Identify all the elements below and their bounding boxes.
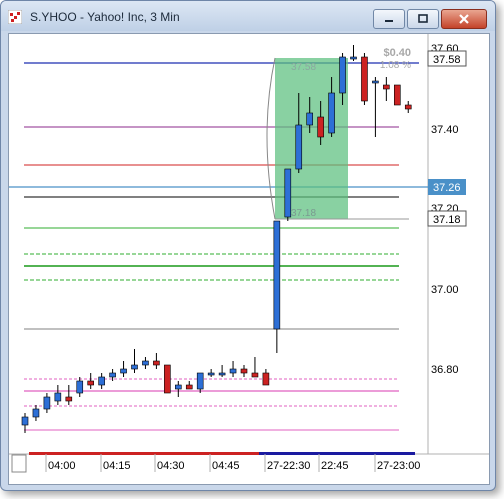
price-tick-label: 37.00	[431, 284, 459, 296]
candle-up[interactable]	[175, 384, 182, 390]
candle-up[interactable]	[196, 372, 204, 390]
candle-down[interactable]	[164, 364, 171, 394]
time-tick-label: 04:30	[157, 460, 185, 472]
candle-down[interactable]	[87, 380, 94, 386]
candle-down[interactable]	[185, 384, 193, 390]
time-tick-label: 27-23:00	[377, 460, 420, 472]
close-icon	[459, 14, 469, 24]
candle-up[interactable]	[142, 360, 149, 366]
session-bar-current	[259, 452, 415, 455]
measure-arc	[266, 57, 276, 220]
candle-up[interactable]	[295, 124, 303, 170]
session-bar-previous	[29, 452, 259, 455]
candle-down[interactable]	[262, 372, 270, 386]
candle-down[interactable]	[251, 372, 259, 378]
price-tick-label: 36.80	[431, 364, 459, 376]
candle-up[interactable]	[339, 56, 346, 94]
price-marker-label: 37.18	[433, 214, 461, 226]
measure-end-label: 37.18	[291, 208, 316, 219]
measure-change-label: $0.40	[383, 47, 411, 59]
candle-up[interactable]	[328, 92, 335, 134]
chart-window: S.YHOO - Yahoo! Inc, 3 Min 37.58 37.18 $…	[0, 0, 496, 491]
price-tick-label: 37.40	[431, 124, 459, 136]
last-price-marker-label: 37.26	[433, 182, 461, 194]
candle-down[interactable]	[361, 56, 368, 102]
candle-up[interactable]	[218, 372, 226, 376]
candle-down[interactable]	[404, 104, 412, 110]
measure-percent-label: 1.08 %	[380, 60, 411, 71]
candle-down[interactable]	[393, 84, 401, 106]
maximize-icon	[418, 14, 428, 23]
candle-down[interactable]	[240, 368, 248, 374]
candle-up[interactable]	[21, 416, 29, 426]
candle-up[interactable]	[350, 56, 357, 60]
title-bar[interactable]: S.YHOO - Yahoo! Inc, 3 Min	[1, 1, 495, 31]
maximize-button[interactable]	[407, 9, 439, 29]
price-marker-label: 37.58	[433, 54, 461, 66]
time-tick-label: 27-22:30	[267, 460, 310, 472]
candle-down[interactable]	[383, 84, 390, 90]
close-button[interactable]	[441, 9, 487, 29]
candle-up[interactable]	[372, 80, 379, 84]
time-tick-label: 04:45	[212, 460, 240, 472]
candle-up[interactable]	[284, 168, 292, 218]
candle-up[interactable]	[207, 372, 215, 376]
candle-up[interactable]	[131, 364, 138, 370]
indicator-lines	[9, 62, 428, 431]
candle-up[interactable]	[306, 112, 314, 126]
candle-up[interactable]	[120, 368, 127, 374]
candle-up[interactable]	[98, 376, 105, 386]
candlestick-chart[interactable]: 37.58 37.18 $0.40 1.08 % 37.60 37.40 37.…	[9, 34, 489, 484]
window-title: S.YHOO - Yahoo! Inc, 3 Min	[30, 10, 180, 24]
candle-up[interactable]	[273, 220, 281, 330]
app-chart-icon[interactable]	[8, 10, 22, 24]
candle-up[interactable]	[76, 380, 84, 394]
corner-box[interactable]	[11, 454, 27, 473]
candle-up[interactable]	[43, 396, 51, 410]
candle-down[interactable]	[153, 360, 160, 366]
candle-down[interactable]	[317, 116, 324, 138]
candle-up[interactable]	[109, 372, 116, 378]
time-tick-label: 04:15	[103, 460, 131, 472]
chart-area[interactable]: 37.58 37.18 $0.40 1.08 % 37.60 37.40 37.…	[8, 33, 490, 485]
candle-up[interactable]	[229, 368, 237, 374]
time-tick-label: 22:45	[321, 460, 349, 472]
candle-down[interactable]	[65, 396, 73, 402]
candles	[21, 45, 412, 433]
minimize-icon	[385, 20, 393, 22]
price-axis: 37.60 37.40 37.20 37.00 36.80 37.58 37.2…	[427, 43, 467, 376]
candle-up[interactable]	[54, 392, 62, 402]
candle-up[interactable]	[32, 408, 40, 418]
minimize-button[interactable]	[373, 9, 405, 29]
measure-start-label: 37.58	[291, 62, 316, 73]
time-axis: 04:00 04:15 04:30 04:45 27-22:30 22:45 2…	[45, 454, 420, 472]
time-tick-label: 04:00	[48, 460, 76, 472]
